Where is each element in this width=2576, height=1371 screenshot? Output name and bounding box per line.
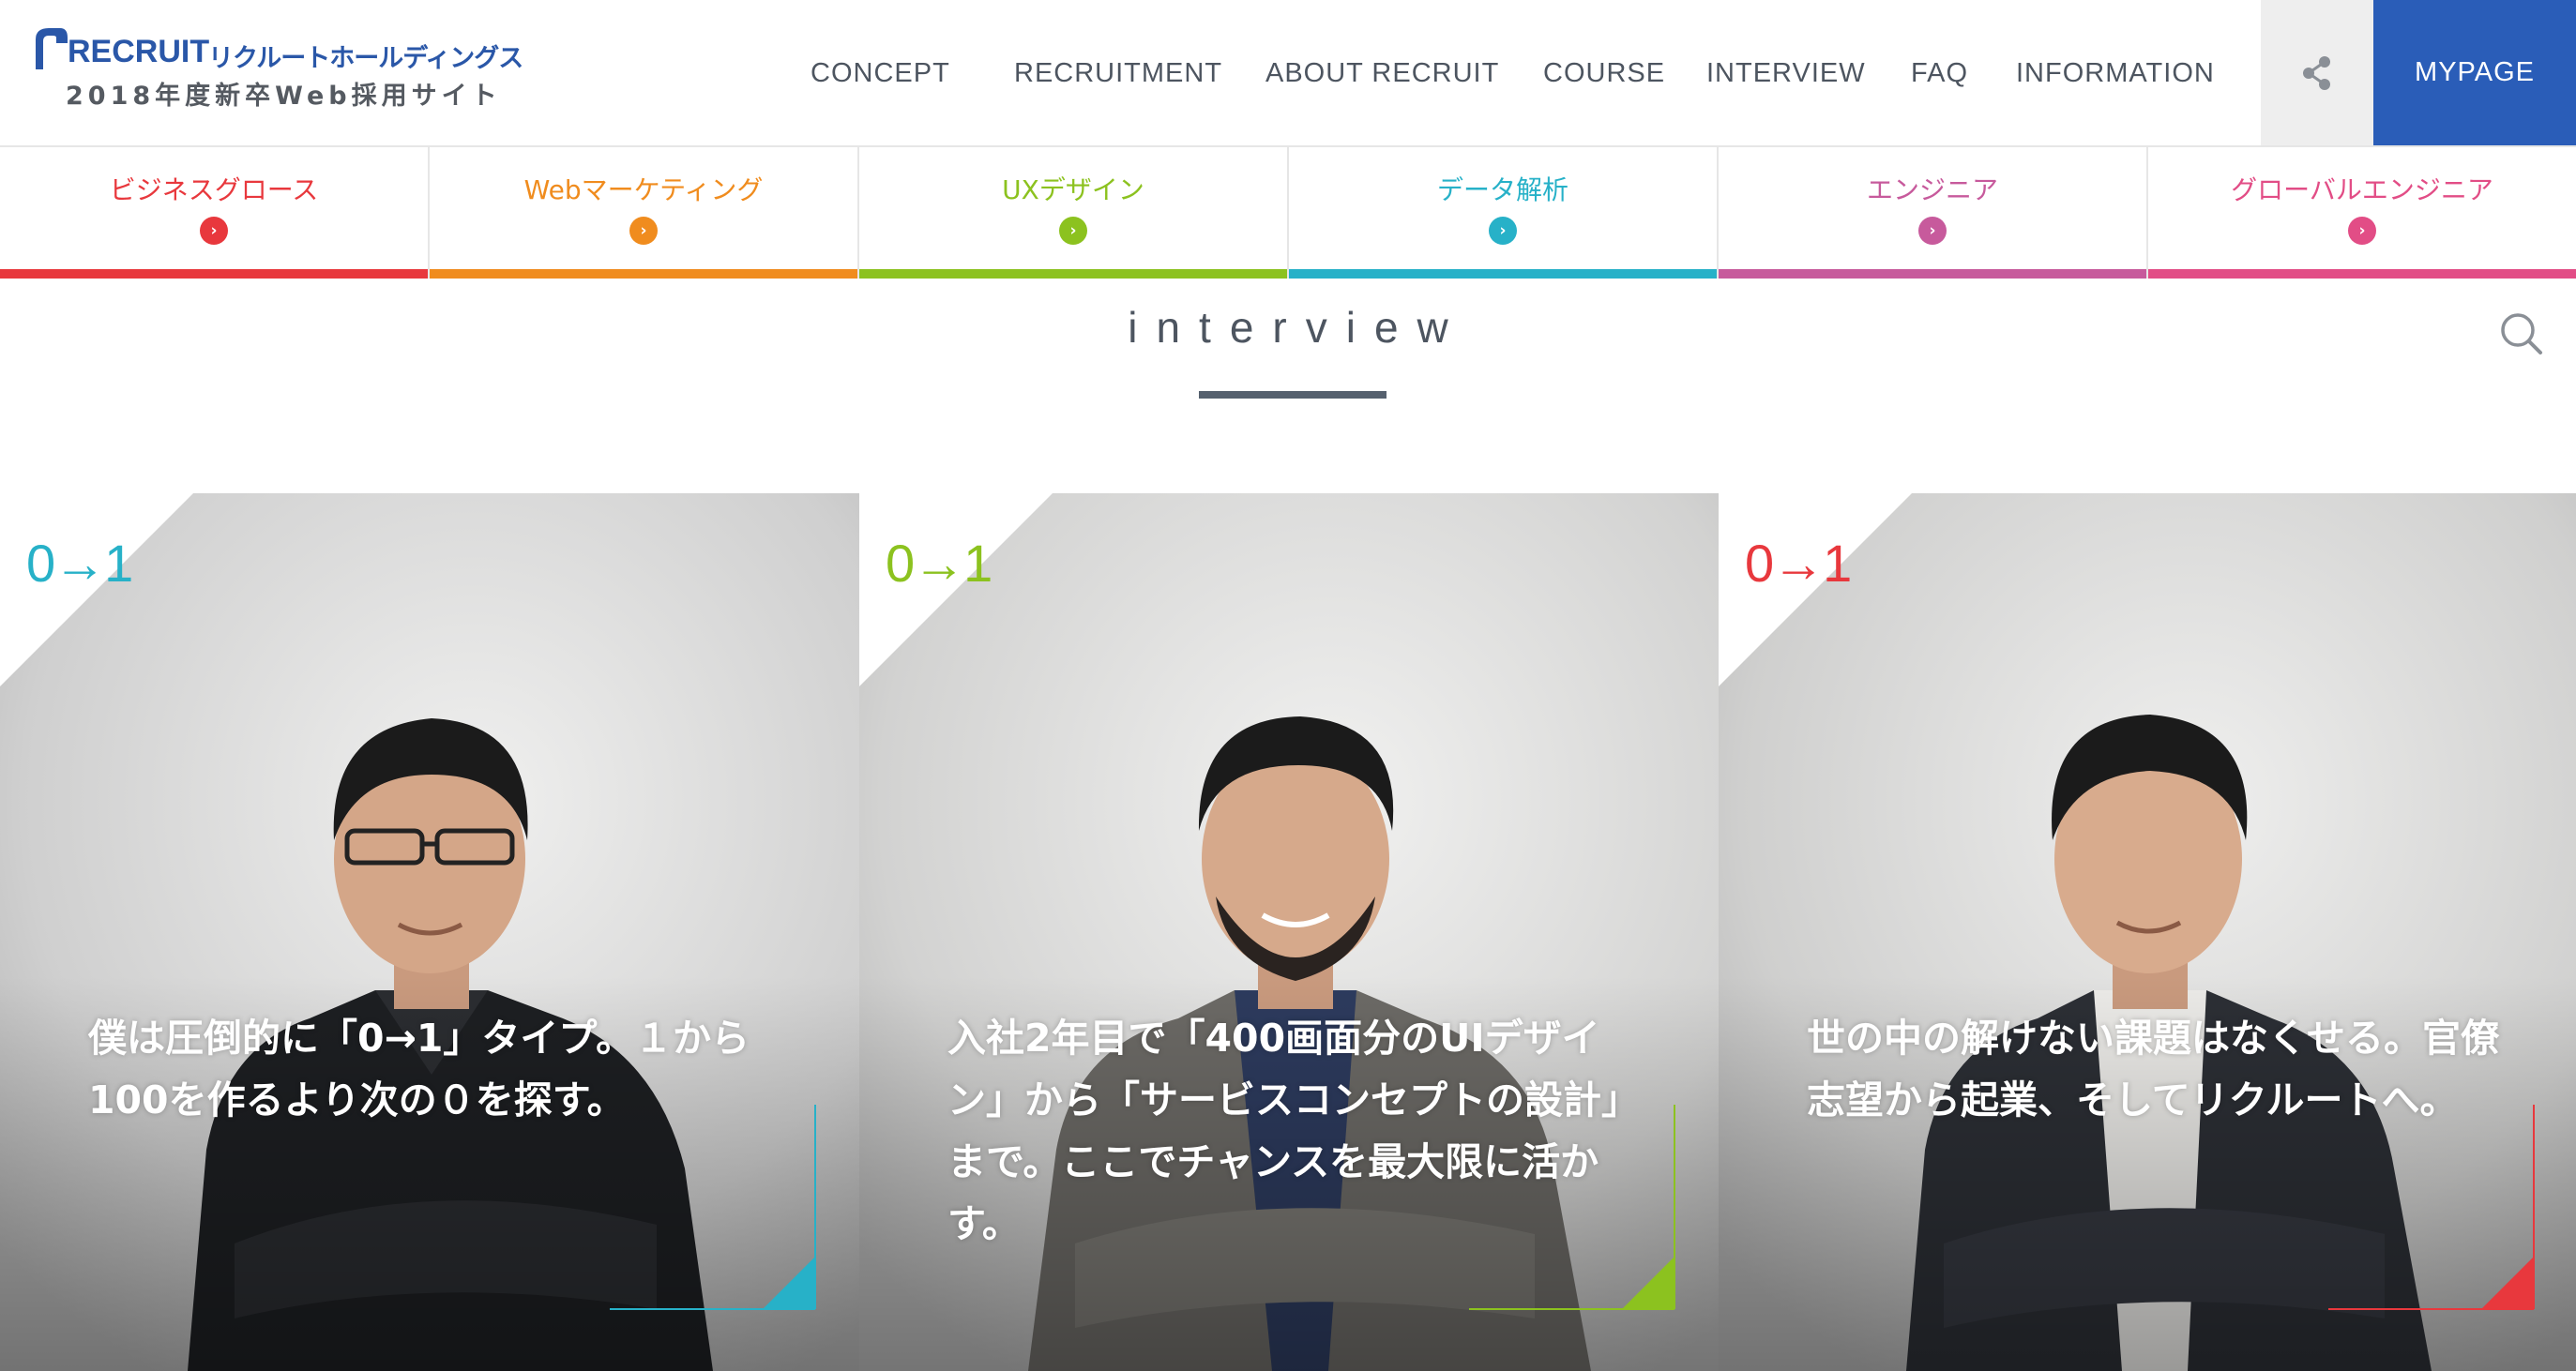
recruit-logo-mark-icon [36,28,68,69]
card-badge: 0→1 [26,534,133,593]
site-logo[interactable]: RECRUIT リクルートホールディングス 2018年度新卒Web採用サイト [32,24,523,118]
chevron-right-icon: › [1489,217,1517,245]
logo-brand: RECRUIT [68,34,210,69]
category-underline [0,269,428,279]
interviewee-photo [0,493,859,1371]
nav-information[interactable]: INFORMATION [2016,58,2215,89]
interview-card[interactable]: 0→1 入社2年目で「400画面分のUIデザイン」から「サービスコンセプトの設計… [859,493,1719,1371]
chevron-right-icon: › [2348,217,2376,245]
category-label: Webマーケティング [523,174,764,205]
chevron-right-icon: › [1918,217,1947,245]
nav-faq[interactable]: FAQ [1911,58,1968,89]
category-underline [430,269,857,279]
category-data-analysis[interactable]: データ解析 › [1289,147,1719,279]
category-engineer[interactable]: エンジニア › [1719,147,2148,279]
category-label: エンジニア [1866,174,1998,205]
category-label: UXデザイン [1002,174,1144,205]
card-badge: 0→1 [886,534,993,593]
category-global-engineer[interactable]: グローバルエンジニア › [2148,147,2576,279]
section-title-underline [1199,391,1386,399]
card-badge: 0→1 [1745,534,1852,593]
card-catchphrase: 入社2年目で「400画面分のUIデザイン」から「サービスコンセプトの設計」まで。… [947,1016,1640,1246]
category-underline [1289,269,1717,279]
card-catchphrase: 世の中の解けない課題はなくせる。官僚志望から起業、そしてリクルートへ。 [1807,1016,2499,1122]
chevron-right-icon: › [629,217,658,245]
mypage-button[interactable]: MYPAGE [2373,0,2576,145]
interview-card[interactable]: 0→1 僕は圧倒的に「0→1」タイプ。１から100を作るより次の０を探す。 [0,493,859,1371]
interview-card-list: 0→1 僕は圧倒的に「0→1」タイプ。１から100を作るより次の０を探す。 0→… [0,493,2576,1371]
nav-about-recruit[interactable]: ABOUT RECRUIT [1265,58,1499,89]
chevron-right-icon: › [200,217,228,245]
nav-concept[interactable]: CONCEPT [811,58,950,89]
chevron-right-icon: › [1059,217,1087,245]
category-label: データ解析 [1436,174,1568,205]
interviewee-photo [1719,493,2576,1371]
nav-recruitment[interactable]: RECRUITMENT [1014,58,1222,89]
interview-card[interactable]: 0→1 世の中の解けない課題はなくせる。官僚志望から起業、そしてリクルートへ。 [1719,493,2576,1371]
logo-subtitle: 2018年度新卒Web採用サイト [66,82,502,111]
share-icon [2303,55,2330,90]
share-button[interactable] [2261,0,2373,145]
category-business-growth[interactable]: ビジネスグロース › [0,147,430,279]
card-catchphrase: 僕は圧倒的に「0→1」タイプ。１から100を作るより次の０を探す。 [88,1016,750,1122]
nav-interview[interactable]: INTERVIEW [1706,58,1866,89]
category-web-marketing[interactable]: Webマーケティング › [430,147,859,279]
category-nav: ビジネスグロース › Webマーケティング › UXデザイン › データ解析 ›… [0,147,2576,279]
search-icon[interactable] [2499,311,2544,356]
section-title: interview [1128,303,1467,352]
category-underline [1719,269,2146,279]
site-header: RECRUIT リクルートホールディングス 2018年度新卒Web採用サイト C… [0,0,2576,147]
category-ux-design[interactable]: UXデザイン › [859,147,1289,279]
nav-course[interactable]: COURSE [1543,58,1665,89]
category-underline [2148,269,2576,279]
category-underline [859,269,1287,279]
category-label: ビジネスグロース [109,174,319,205]
category-label: グローバルエンジニア [2231,174,2493,205]
logo-brand-jp: リクルートホールディングス [208,44,523,73]
